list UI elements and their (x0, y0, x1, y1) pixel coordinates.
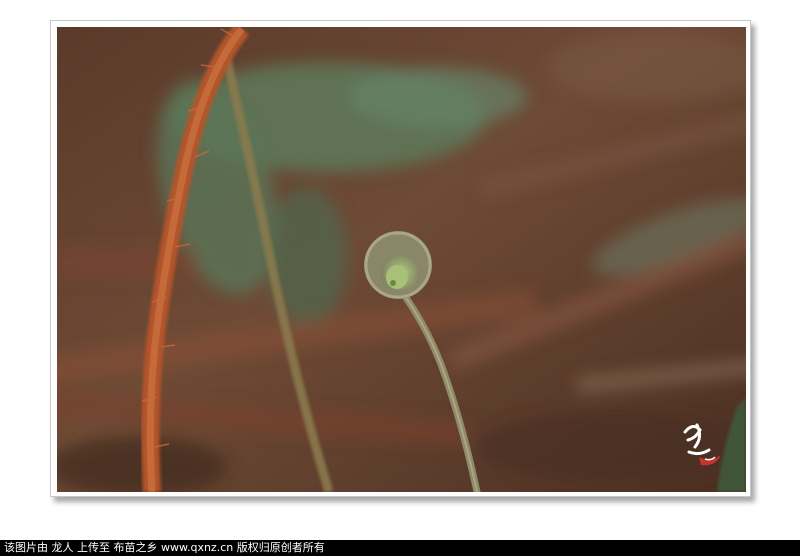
photo-frame (50, 20, 751, 497)
caption-bar: 该图片由 龙人 上传至 布苗之乡 www.qxnz.cn 版权归原创者所有 (0, 540, 800, 556)
fern-photo (57, 27, 746, 492)
caption-text: 该图片由 龙人 上传至 布苗之乡 www.qxnz.cn 版权归原创者所有 (4, 541, 325, 554)
photo (57, 27, 746, 492)
